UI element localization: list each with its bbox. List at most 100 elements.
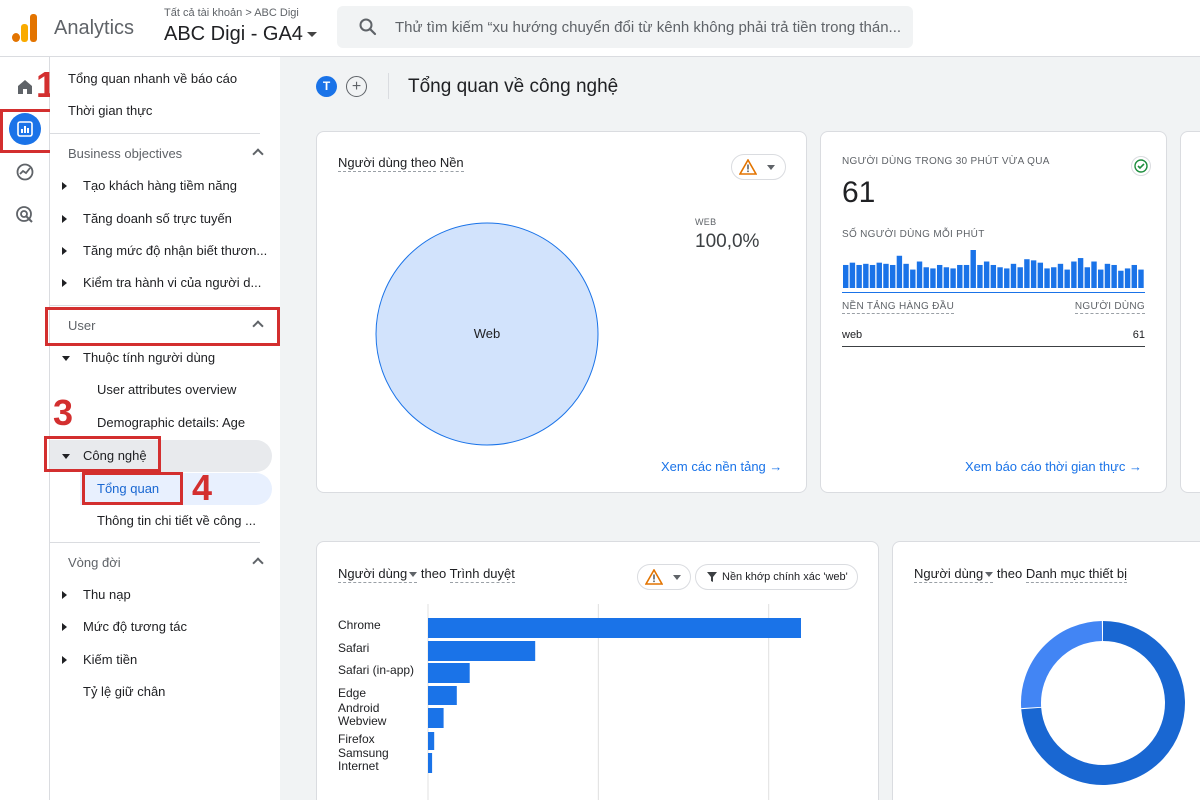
minute-bar[interactable] xyxy=(977,264,983,288)
minute-bar[interactable] xyxy=(849,262,856,288)
nav-section-business-objectives[interactable]: Business objectives xyxy=(68,139,270,169)
nav-section-lifecycle[interactable]: Vòng đời xyxy=(68,548,270,578)
minute-bar[interactable] xyxy=(923,267,929,288)
minute-bar[interactable] xyxy=(1131,264,1137,288)
minute-bar[interactable] xyxy=(957,264,963,288)
nav-item-acquisition[interactable]: Thu nạp xyxy=(62,580,272,610)
minute-bar[interactable] xyxy=(1010,263,1017,288)
nav-item-leads[interactable]: Tạo khách hàng tiềm năng xyxy=(62,171,272,201)
arrow-right-icon: → xyxy=(769,459,783,474)
minute-bar[interactable] xyxy=(1098,269,1104,288)
minute-bar[interactable] xyxy=(1051,267,1057,288)
minute-bar[interactable] xyxy=(1004,268,1010,288)
minute-bar[interactable] xyxy=(997,267,1003,288)
minute-bar[interactable] xyxy=(1124,268,1131,288)
data-quality-button[interactable] xyxy=(731,154,786,180)
minute-bar[interactable] xyxy=(1118,270,1124,288)
category-label: Edge xyxy=(338,686,366,700)
donut-slice[interactable] xyxy=(1021,621,1103,709)
nav-item-engagement[interactable]: Mức độ tương tác xyxy=(62,612,272,642)
nav-item-realtime[interactable]: Thời gian thực xyxy=(68,96,152,126)
search-input[interactable] xyxy=(395,6,905,48)
search-bar[interactable] xyxy=(337,6,913,48)
minute-bar[interactable] xyxy=(950,268,956,288)
nav-item-user-behavior[interactable]: Kiểm tra hành vi của người d... xyxy=(62,268,272,298)
advertising-icon[interactable] xyxy=(9,199,41,231)
minute-bar[interactable] xyxy=(936,264,943,288)
minute-bar[interactable] xyxy=(896,255,903,288)
metric-selector[interactable]: Người dùng xyxy=(914,566,994,583)
nav-item-retention[interactable]: Tỷ lệ giữ chân xyxy=(62,677,272,707)
nav-item-user-attributes-overview[interactable]: User attributes overview xyxy=(97,375,272,405)
view-platforms-link[interactable]: Xem các nền tảng → xyxy=(661,459,782,474)
minute-bar[interactable] xyxy=(983,261,990,288)
minute-bar[interactable] xyxy=(1104,263,1111,288)
minute-bar[interactable] xyxy=(903,263,909,288)
minute-bar[interactable] xyxy=(916,261,923,288)
analytics-logo[interactable] xyxy=(12,14,38,42)
category-label: Android Webview xyxy=(338,701,387,728)
browser-bar[interactable] xyxy=(428,663,470,683)
minute-bar[interactable] xyxy=(990,264,997,288)
minute-bar[interactable] xyxy=(1077,258,1084,288)
browser-bar[interactable] xyxy=(428,732,435,750)
minute-bar[interactable] xyxy=(1017,267,1023,288)
nav-item-monetization[interactable]: Kiếm tiền xyxy=(62,645,272,675)
minute-bar[interactable] xyxy=(943,267,950,288)
minute-bar[interactable] xyxy=(1084,267,1091,288)
minute-bar[interactable] xyxy=(930,268,936,288)
minute-bar[interactable] xyxy=(1111,264,1117,288)
browser-bar[interactable] xyxy=(428,686,457,705)
minute-bar[interactable] xyxy=(876,262,882,288)
platform-row-label: web xyxy=(842,329,863,341)
minute-bar[interactable] xyxy=(910,269,916,288)
dimension-label[interactable]: Trình duyệt xyxy=(449,566,515,583)
view-realtime-link[interactable]: Xem báo cáo thời gian thực → xyxy=(965,459,1142,474)
metric-selector[interactable]: Người dùng xyxy=(338,566,418,583)
search-icon xyxy=(359,18,377,36)
nav-item-awareness[interactable]: Tăng mức độ nhận biết thươn... xyxy=(62,236,272,266)
nav-item-sales[interactable]: Tăng doanh số trực tuyến xyxy=(62,204,272,234)
filter-chip[interactable]: Nền khớp chính xác 'web' xyxy=(695,564,858,590)
breadcrumb[interactable]: Tất cả tài khoản > ABC Digi xyxy=(164,7,299,19)
explore-icon[interactable] xyxy=(9,156,41,188)
minute-bar[interactable] xyxy=(883,263,889,288)
nav-item-demographic-details[interactable]: Demographic details: Age xyxy=(97,408,272,438)
minute-bar[interactable] xyxy=(963,264,970,288)
expand-arrow-icon xyxy=(62,182,67,190)
minute-bar[interactable] xyxy=(1138,269,1144,288)
minute-bar[interactable] xyxy=(889,264,896,288)
browser-bar[interactable] xyxy=(428,641,536,661)
minute-bar[interactable] xyxy=(843,264,849,288)
nav-item-label: Thu nạp xyxy=(83,587,131,602)
data-quality-button[interactable] xyxy=(637,564,691,590)
nav-item-user-attributes[interactable]: Thuộc tính người dùng xyxy=(62,343,272,373)
minute-bar[interactable] xyxy=(1024,259,1030,288)
account-selector[interactable]: ABC Digi - GA4 xyxy=(164,23,317,46)
minute-bar[interactable] xyxy=(869,264,876,288)
minute-bar[interactable] xyxy=(1030,260,1037,288)
dimension-label[interactable]: Danh mục thiết bị xyxy=(1025,566,1127,583)
side-nav: Tổng quan nhanh về báo cáo Thời gian thự… xyxy=(50,57,280,800)
browser-bar[interactable] xyxy=(428,753,433,773)
metric-label[interactable]: Người dùng theo xyxy=(338,155,437,172)
minute-bar[interactable] xyxy=(1044,268,1050,288)
minute-bar[interactable] xyxy=(863,263,869,288)
browser-bar[interactable] xyxy=(428,708,444,728)
nav-item-tech-details[interactable]: Thông tin chi tiết về công ... xyxy=(97,506,272,536)
nav-item-reports-snapshot[interactable]: Tổng quan nhanh về báo cáo xyxy=(68,64,237,94)
minute-bar[interactable] xyxy=(856,264,862,288)
dimension-label[interactable]: Nền xyxy=(439,155,464,172)
expand-arrow-icon xyxy=(62,656,67,664)
comparison-avatar[interactable]: T xyxy=(316,76,337,97)
minute-bar[interactable] xyxy=(970,250,976,288)
browser-bar[interactable] xyxy=(428,618,801,638)
nav-item-label: Thuộc tính người dùng xyxy=(83,350,216,365)
minute-bar[interactable] xyxy=(1071,261,1077,288)
minute-bar[interactable] xyxy=(1037,262,1044,288)
minute-bar[interactable] xyxy=(1064,269,1070,288)
minute-bar[interactable] xyxy=(1091,261,1097,288)
add-comparison-button[interactable]: + xyxy=(346,76,367,97)
users-per-minute-chart xyxy=(843,250,1144,288)
minute-bar[interactable] xyxy=(1057,263,1064,288)
